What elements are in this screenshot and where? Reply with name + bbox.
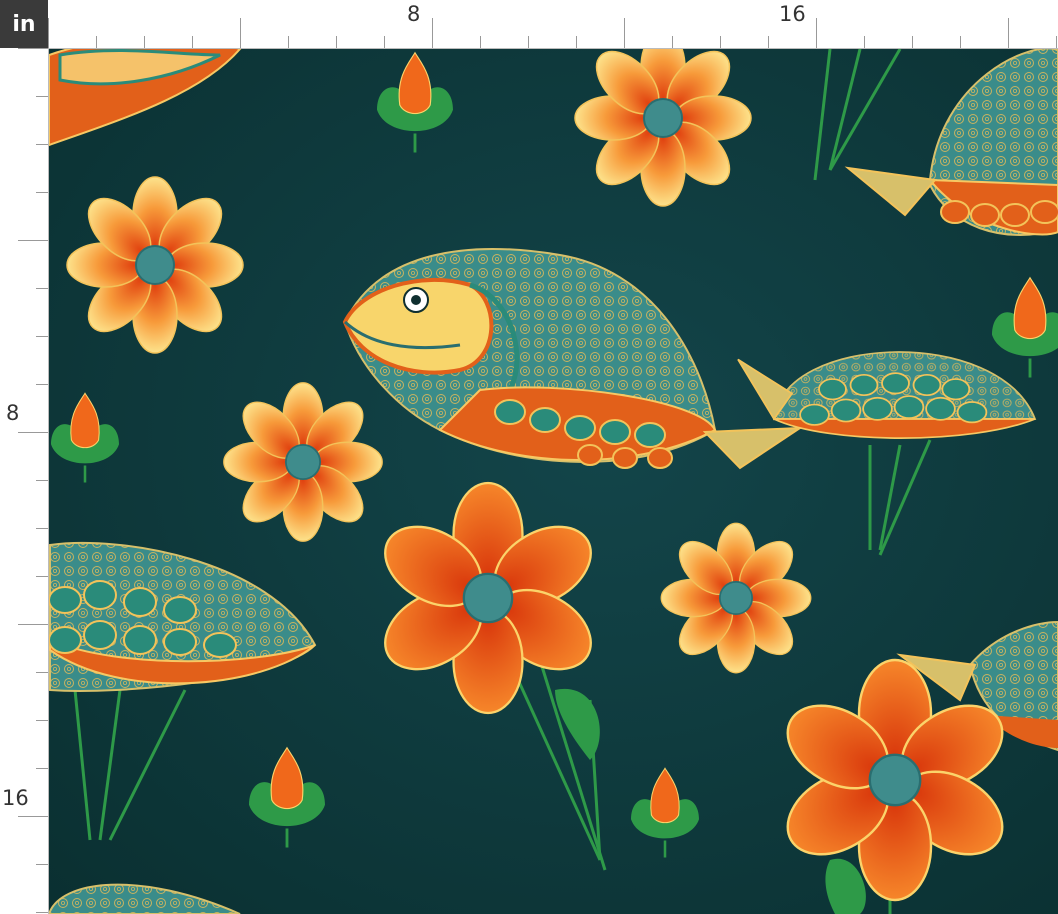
ruler-tick xyxy=(18,240,48,241)
ruler-tick xyxy=(36,528,48,529)
ruler-tick xyxy=(912,36,913,48)
left-ruler: 8 16 xyxy=(0,48,49,914)
ruler-tick xyxy=(36,192,48,193)
ruler-tick xyxy=(528,36,529,48)
ruler-tick xyxy=(36,864,48,865)
ruler-tick xyxy=(18,48,48,49)
ruler-tick xyxy=(36,672,48,673)
ruler-tick xyxy=(36,144,48,145)
ruler-tick xyxy=(768,36,769,48)
ruler-tick xyxy=(36,720,48,721)
flower-yellow-4 xyxy=(660,522,812,674)
ruler-tick xyxy=(36,912,48,913)
pattern-artwork xyxy=(49,49,1058,914)
ruler-tick xyxy=(720,36,721,48)
ruler-tick xyxy=(192,36,193,48)
ruler-tick xyxy=(240,18,241,48)
ruler-tick xyxy=(576,36,577,48)
ruler-tick xyxy=(36,768,48,769)
ruler-tick xyxy=(48,18,49,48)
ruler-tick xyxy=(36,576,48,577)
ruler-tick xyxy=(36,336,48,337)
ruler-tick xyxy=(672,36,673,48)
flower-yellow-1 xyxy=(66,176,245,354)
ruler-tick xyxy=(1008,18,1009,48)
left-ruler-label-16: 16 xyxy=(2,786,29,810)
ruler-tick xyxy=(816,18,817,48)
ruler-tick xyxy=(36,96,48,97)
fabric-pattern-canvas xyxy=(49,49,1058,914)
ruler-tick xyxy=(432,18,433,48)
flower-yellow-3 xyxy=(222,381,384,543)
ruler-tick xyxy=(144,36,145,48)
ruler-tick xyxy=(18,624,48,625)
top-ruler: 8 16 xyxy=(48,0,1058,49)
ruler-tick xyxy=(480,36,481,48)
ruler-tick xyxy=(1056,36,1057,48)
ruler-tick xyxy=(36,384,48,385)
ruler-tick xyxy=(36,288,48,289)
unit-label: in xyxy=(0,0,48,48)
top-ruler-label-8: 8 xyxy=(407,2,421,26)
ruler-tick xyxy=(18,432,48,433)
ruler-tick xyxy=(864,36,865,48)
ruler-tick xyxy=(960,36,961,48)
top-ruler-label-16: 16 xyxy=(779,2,806,26)
ruler-tick xyxy=(288,36,289,48)
ruler-tick xyxy=(18,816,48,817)
left-ruler-label-8: 8 xyxy=(6,401,20,425)
ruler-tick xyxy=(384,36,385,48)
ruler-tick xyxy=(624,18,625,48)
ruler-tick xyxy=(96,36,97,48)
ruler-tick xyxy=(36,480,48,481)
ruler-tick xyxy=(336,36,337,48)
